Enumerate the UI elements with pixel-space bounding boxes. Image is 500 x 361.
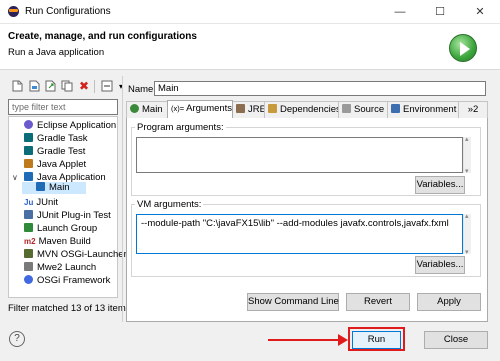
eclipse-app-icon [24,120,33,129]
tab-environment[interactable]: Environment [387,101,459,118]
tab-strip: Main (x)= Arguments JRE Dependencies Sour… [126,100,488,118]
maven-icon: m2 [24,237,36,246]
osgi-icon [24,275,33,284]
help-icon[interactable]: ? [9,331,25,347]
program-arguments-label: Program arguments: [135,122,226,133]
tab-overflow[interactable]: »2 [458,101,488,118]
maximize-button[interactable]: ☐ [420,0,460,24]
tab-source[interactable]: Source [338,101,388,118]
vm-arguments-scrollbar[interactable] [463,212,471,256]
tree-item-gradle-test[interactable]: Gradle Test [24,146,85,158]
dependencies-icon [268,104,277,113]
eclipse-icon [8,6,19,17]
run-button[interactable]: Run [352,331,401,349]
arguments-icon: (x)= [171,104,185,113]
delete-icon[interactable]: ✖ [77,80,91,93]
variables-button[interactable]: Variables... [415,176,465,194]
tree-item-java-applet[interactable]: Java Applet [24,159,86,171]
tree-item-junit-plugin-test[interactable]: JUnit Plug-in Test [24,210,111,222]
toolbar-separator [94,80,95,93]
duplicate-icon[interactable] [60,80,74,93]
vm-arguments-label: VM arguments: [135,199,204,210]
tree-item-eclipse-application[interactable]: Eclipse Application [24,120,116,132]
close-button[interactable]: Close [424,331,488,349]
tree-item-launch-group[interactable]: Launch Group [24,223,97,235]
variables-button[interactable]: Variables... [415,256,465,274]
gradle-icon [24,133,33,142]
program-arguments-input[interactable] [136,137,463,173]
new-config-icon[interactable] [10,80,24,93]
main-tab-icon [130,104,139,113]
environment-icon [391,104,400,113]
jre-icon [236,104,245,113]
source-icon [342,104,351,113]
filter-menu-icon[interactable]: ▾ [114,80,128,93]
tab-dependencies[interactable]: Dependencies [264,101,339,118]
red-arrow-annotation [268,334,348,346]
launch-group-icon [24,223,33,232]
java-app-icon [36,182,45,191]
junit-icon: Ju [24,198,34,207]
export-icon[interactable] [44,80,58,93]
mwe2-icon [24,262,33,271]
tree-item-mwe2-launch[interactable]: Mwe2 Launch [24,262,96,274]
java-app-icon [24,172,33,181]
revert-button[interactable]: Revert [346,293,410,311]
window-title: Run Configurations [25,6,111,17]
minimize-button[interactable]: — [380,0,420,24]
header-title: Create, manage, and run configurations [8,31,197,42]
tree-item-junit[interactable]: Ju JUnit [24,197,58,209]
pane-splitter[interactable] [122,76,123,322]
filter-status: Filter matched 13 of 13 item [8,303,126,314]
filter-input[interactable]: type filter text [8,99,118,115]
collapse-all-icon[interactable] [100,80,114,93]
tab-arguments[interactable]: (x)= Arguments [167,100,233,118]
name-label: Name: [128,84,156,95]
close-window-button[interactable]: ✕ [460,0,500,24]
junit-plugin-icon [24,210,33,219]
name-input[interactable]: Main [154,81,486,96]
program-arguments-scrollbar[interactable] [463,135,471,175]
gradle-icon [24,146,33,155]
tab-jre[interactable]: JRE [232,101,265,118]
tree-item-mvn-osgi-launcher[interactable]: MVN OSGi-Launcher [24,249,127,261]
tree-item-main[interactable]: Main [36,182,70,194]
header-subtitle: Run a Java application [8,47,105,58]
tree-item-gradle-task[interactable]: Gradle Task [24,133,88,145]
tab-main[interactable]: Main [126,101,168,118]
chevron-down-icon[interactable]: ∨ [12,173,18,182]
new-prototype-icon[interactable] [27,80,41,93]
apply-button[interactable]: Apply [417,293,481,311]
applet-icon [24,159,33,168]
show-command-line-button[interactable]: Show Command Line [247,293,339,311]
vm-arguments-input[interactable]: --module-path "C:\javaFX15\lib" --add-mo… [136,214,463,254]
tree-item-maven-build[interactable]: m2 Maven Build [24,236,91,248]
run-banner-icon [449,34,477,62]
tree-item-osgi-framework[interactable]: OSGi Framework [24,275,110,287]
osgi-launcher-icon [24,249,33,258]
